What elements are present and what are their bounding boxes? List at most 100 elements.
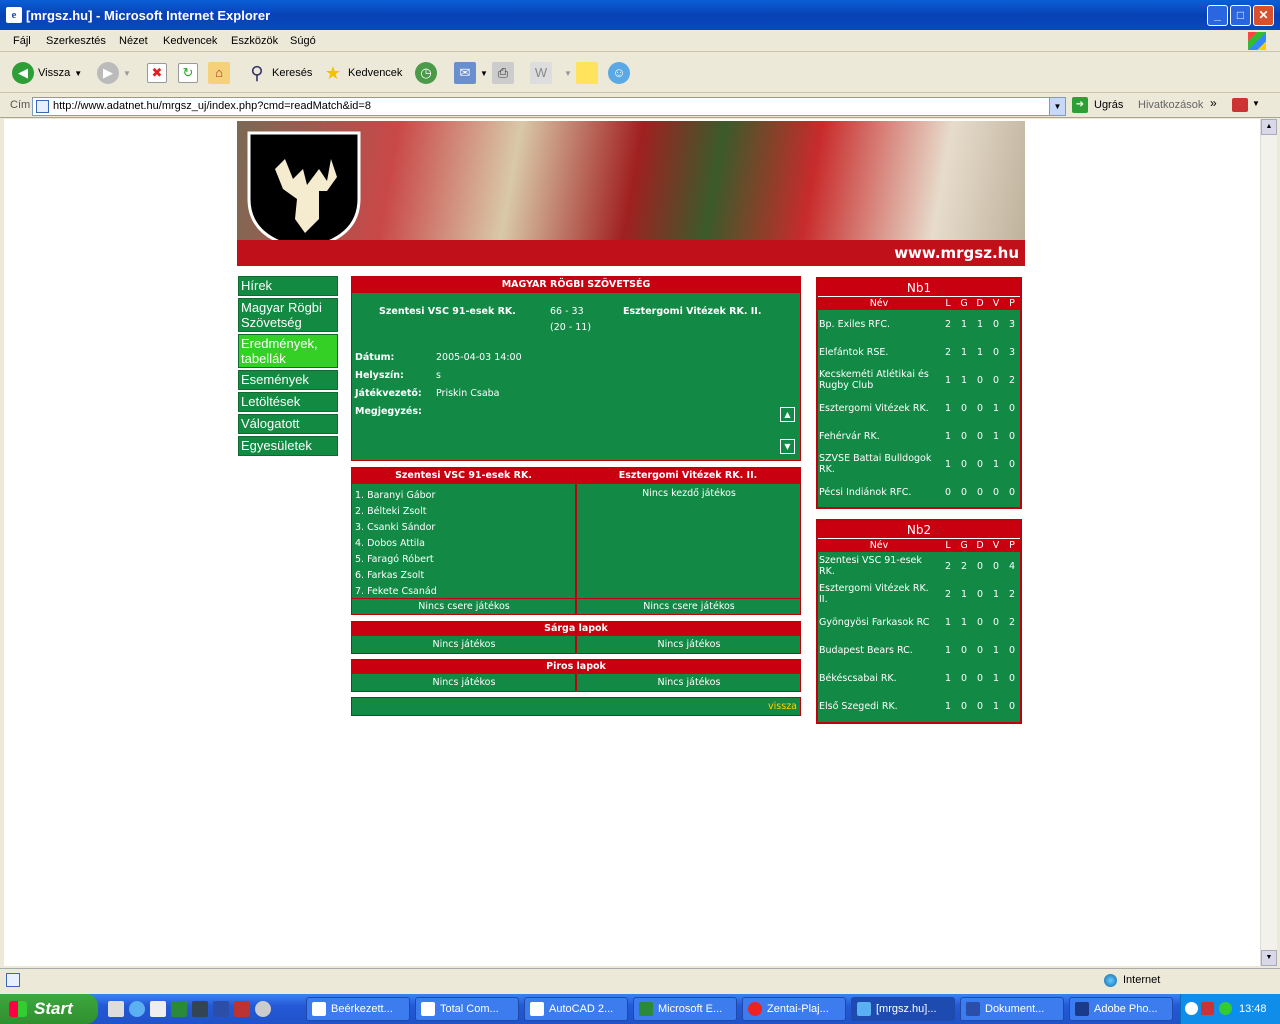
close-button[interactable]: ✕ <box>1253 5 1274 26</box>
mail-button[interactable]: ✉ ▼ <box>454 61 488 85</box>
stat-cell: 1 <box>960 374 968 386</box>
forward-button[interactable]: ▶ ▼ <box>97 61 131 85</box>
excel-quick-icon[interactable] <box>171 1001 187 1017</box>
notes-button[interactable] <box>576 61 598 85</box>
stat-cell: 0 <box>1008 402 1016 414</box>
stat-cell: 0 <box>976 402 984 414</box>
table-row: Kecskeméti Atlétikai és Rugby Club 1 1 0 0 2 <box>818 366 1020 394</box>
taskbar-item[interactable]: Adobe Pho... <box>1069 997 1173 1021</box>
chevron-down-icon[interactable]: ▼ <box>1252 99 1260 108</box>
stop-button[interactable]: ✖ <box>147 61 167 85</box>
stat-cell: 0 <box>976 486 984 498</box>
table-row: Pécsi Indiánok RFC. 0 0 0 0 0 <box>818 478 1020 506</box>
scroll-up-icon[interactable]: ▲ <box>780 407 795 422</box>
refresh-icon: ↻ <box>178 63 198 83</box>
menu-edit[interactable]: Szerkesztés <box>46 35 106 47</box>
word-quick-icon[interactable] <box>213 1001 229 1017</box>
chevron-right-icon[interactable]: » <box>1210 96 1217 110</box>
team-name-cell: Kecskeméti Atlétikai és Rugby Club <box>819 369 929 391</box>
messenger-button[interactable]: ☺ <box>608 61 630 85</box>
taskbar-item[interactable]: Microsoft E... <box>633 997 737 1021</box>
browser-window: e [mrgsz.hu] - Microsoft Internet Explor… <box>0 0 1280 994</box>
tray-expand-icon[interactable] <box>1185 1002 1198 1015</box>
address-input[interactable]: http://www.adatnet.hu/mrgsz_uj/index.php… <box>32 97 1066 116</box>
home-button[interactable]: ⌂ <box>208 61 230 85</box>
quick-launch-icon[interactable] <box>192 1001 208 1017</box>
menu-file[interactable]: Fájl <box>13 35 31 47</box>
nav-item-clubs[interactable]: Egyesületek <box>238 436 338 456</box>
taskbar-item[interactable]: Total Com... <box>415 997 519 1021</box>
taskbar-item[interactable]: Beérkezett... <box>306 997 410 1021</box>
team-name-cell: SZVSE Battai Bulldogok RK. <box>819 453 932 475</box>
title-bar[interactable]: e [mrgsz.hu] - Microsoft Internet Explor… <box>0 0 1280 30</box>
stat-cell: 1 <box>976 346 984 358</box>
nav-item-national-team[interactable]: Válogatott <box>238 414 338 434</box>
scroll-up-arrow-icon[interactable]: ▲ <box>1261 119 1277 135</box>
favorites-button[interactable]: ★ Kedvencek <box>322 61 403 85</box>
vertical-scrollbar[interactable]: ▲ ▼ <box>1260 119 1277 966</box>
history-button[interactable]: ◷ <box>415 61 437 85</box>
scroll-down-arrow-icon[interactable]: ▼ <box>1261 950 1277 966</box>
note-icon <box>576 62 598 84</box>
taskbar-item[interactable]: Dokument... <box>960 997 1064 1021</box>
list-item: 4. Dobos Attila <box>355 538 425 549</box>
address-dropdown-icon[interactable]: ▼ <box>1049 98 1065 115</box>
nav-item-events[interactable]: Események <box>238 370 338 390</box>
outlook-icon <box>312 1002 326 1016</box>
menu-favorites[interactable]: Kedvencek <box>163 35 217 47</box>
zone-label: Internet <box>1123 974 1161 986</box>
nav-item-results[interactable]: Eredmények, tabellák <box>238 334 338 368</box>
refresh-button[interactable]: ↻ <box>178 61 198 85</box>
away-team: Esztergomi Vitézek RK. II. <box>623 306 762 317</box>
team-name-cell: Első Szegedi RK. <box>819 700 898 712</box>
media-quick-icon[interactable] <box>255 1001 271 1017</box>
translate-icon[interactable] <box>1232 98 1248 112</box>
nav-item-federation[interactable]: Magyar Rögbi Szövetség <box>238 298 338 332</box>
status-bar: Internet <box>0 968 1280 992</box>
red-cards-header: Piros lapok <box>352 660 800 674</box>
team-name-cell: Gyöngyösi Farkasok RC <box>819 616 930 628</box>
menu-help[interactable]: Súgó <box>290 35 316 47</box>
tray-icon[interactable] <box>1201 1002 1214 1015</box>
menu-view[interactable]: Nézet <box>119 35 148 47</box>
edit-button[interactable]: W ▼ <box>530 61 572 85</box>
stat-cell: 0 <box>992 616 1000 628</box>
stat-cell: 0 <box>992 374 1000 386</box>
table-row: Budapest Bears RC. 1 0 0 1 0 <box>818 636 1020 664</box>
security-shield-icon[interactable] <box>1219 1002 1232 1015</box>
maximize-button[interactable]: □ <box>1230 5 1251 26</box>
scroll-down-icon[interactable]: ▼ <box>780 439 795 454</box>
back-link[interactable]: vissza <box>768 701 797 712</box>
stat-cell: 0 <box>1008 644 1016 656</box>
stat-cell: 0 <box>960 700 968 712</box>
taskbar-item[interactable]: Zentai-Plaj... <box>742 997 846 1021</box>
nav-item-news[interactable]: Hírek <box>238 276 338 296</box>
menu-tools[interactable]: Eszközök <box>231 35 278 47</box>
taskbar-item-active[interactable]: [mrgsz.hu]... <box>851 997 955 1021</box>
away-lineup-header: Esztergomi Vitézek RK. II. <box>576 468 800 484</box>
site-banner: www.mrgsz.hu <box>237 121 1025 266</box>
links-button[interactable]: Hivatkozások <box>1138 99 1203 111</box>
stat-cell: 1 <box>944 700 952 712</box>
date-label: Dátum: <box>355 352 395 363</box>
table-row: SZVSE Battai Bulldogok RK. 1 0 0 1 0 <box>818 450 1020 478</box>
start-button[interactable]: Start <box>0 994 98 1024</box>
photoshop-icon <box>1075 1002 1089 1016</box>
search-button[interactable]: ⚲ Keresés <box>246 61 312 85</box>
taskbar-item[interactable]: AutoCAD 2... <box>524 997 628 1021</box>
quick-launch-icon[interactable] <box>150 1001 166 1017</box>
star-icon: ★ <box>324 63 342 83</box>
nav-item-downloads[interactable]: Letöltések <box>238 392 338 412</box>
away-no-subs: Nincs csere játékos <box>643 601 735 612</box>
match-header: MAGYAR RÖGBI SZÖVETSÉG <box>352 277 800 293</box>
minimize-button[interactable]: _ <box>1207 5 1228 26</box>
go-arrow-icon[interactable]: ➜ <box>1072 97 1088 113</box>
print-button[interactable]: ⎙ <box>492 61 514 85</box>
col-header: V <box>988 539 1004 552</box>
go-button[interactable]: Ugrás <box>1094 99 1123 111</box>
stat-cell: 2 <box>944 560 952 572</box>
back-button[interactable]: ◀ Vissza ▼ <box>12 61 82 85</box>
ie-quick-icon[interactable] <box>129 1001 145 1017</box>
quick-launch-icon[interactable] <box>108 1001 124 1017</box>
quick-launch-icon[interactable] <box>234 1001 250 1017</box>
